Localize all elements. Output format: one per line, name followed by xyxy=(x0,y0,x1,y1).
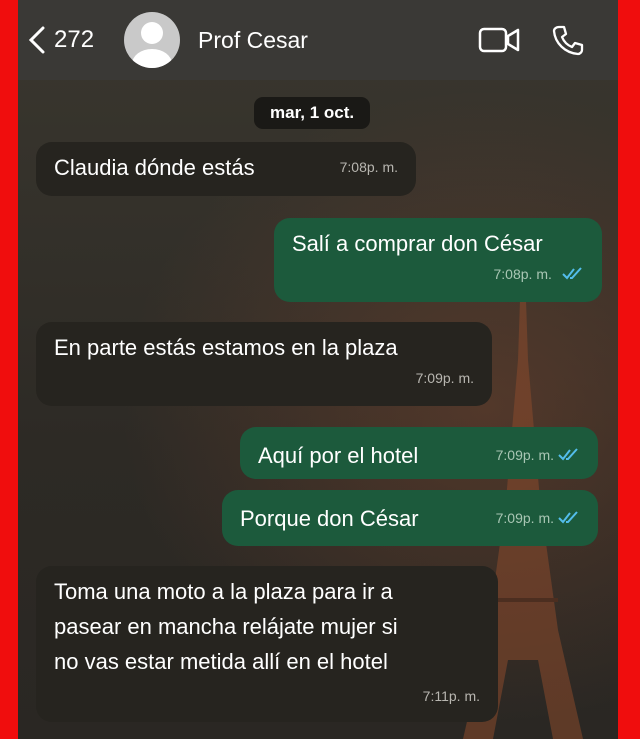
message-line: pasear en mancha relájate mujer si xyxy=(54,614,398,639)
message-line: no vas estar metida allí en el hotel xyxy=(54,649,388,674)
avatar-icon xyxy=(132,22,173,68)
message-incoming[interactable]: En parte estás estamos en la plaza 7:09p… xyxy=(36,322,492,406)
double-check-icon xyxy=(558,511,578,524)
message-text: En parte estás estamos en la plaza xyxy=(54,335,398,360)
message-incoming[interactable]: Toma una moto a la plaza para ir a pasea… xyxy=(36,566,498,722)
message-time: 7:08p. m. xyxy=(493,266,552,282)
contact-name[interactable]: Prof Cesar xyxy=(198,27,308,54)
message-time: 7:09p. m. xyxy=(415,370,474,386)
avatar[interactable] xyxy=(124,12,181,68)
unread-count: 272 xyxy=(54,26,95,53)
message-text: Salí a comprar don César xyxy=(292,231,543,256)
message-line: Toma una moto a la plaza para ir a xyxy=(54,579,393,604)
phone-icon[interactable] xyxy=(552,24,584,56)
double-check-icon xyxy=(562,267,582,280)
back-button[interactable]: 272 xyxy=(28,26,94,54)
message-time: 7:11p. m. xyxy=(422,688,480,704)
message-outgoing[interactable]: Porque don César 7:09p. m. xyxy=(222,490,598,546)
message-outgoing[interactable]: Salí a comprar don César 7:08p. m. xyxy=(274,218,602,302)
double-check-icon xyxy=(558,448,578,461)
message-time: 7:08p. m. xyxy=(339,159,398,175)
video-call-icon[interactable] xyxy=(478,26,520,54)
message-text: Aquí por el hotel xyxy=(258,443,419,468)
chat-header: 272 Prof Cesar xyxy=(18,0,618,80)
message-text: Porque don César xyxy=(240,506,419,531)
message-time: 7:09p. m. xyxy=(495,447,554,463)
date-divider: mar, 1 oct. xyxy=(254,97,371,129)
chat-window: 272 Prof Cesar mar, 1 oct. Claudia dónde… xyxy=(18,0,618,739)
message-text: Claudia dónde estás xyxy=(54,155,255,180)
message-time: 7:09p. m. xyxy=(495,510,554,526)
back-chevron-icon xyxy=(28,26,45,54)
message-outgoing[interactable]: Aquí por el hotel 7:09p. m. xyxy=(240,427,598,479)
message-incoming[interactable]: Claudia dónde estás 7:08p. m. xyxy=(36,142,416,196)
